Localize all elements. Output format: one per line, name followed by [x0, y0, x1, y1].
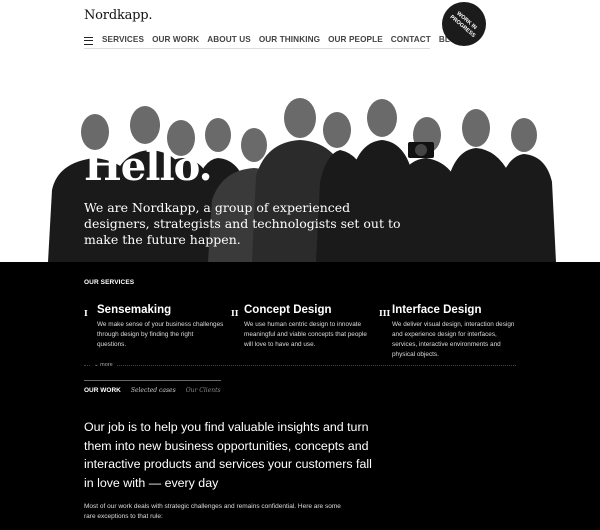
more-link[interactable]: ⌄ more	[90, 362, 117, 368]
badge-label: WORK IN PROGRESS	[448, 10, 478, 40]
service-number: I	[84, 308, 88, 318]
tab-our-clients[interactable]: Our Clients	[186, 387, 221, 394]
nav-divider	[84, 48, 430, 49]
nav-contact[interactable]: CONTACT	[391, 35, 431, 44]
main-nav: SERVICES OUR WORK ABOUT US OUR THINKING …	[102, 35, 463, 44]
hamburger-icon[interactable]	[84, 37, 93, 45]
nav-our-thinking[interactable]: OUR THINKING	[259, 35, 320, 44]
service-title[interactable]: Concept Design	[244, 303, 371, 317]
work-note: Most of our work deals with strategic ch…	[84, 503, 341, 520]
service-description: We deliver visual design, interaction de…	[392, 321, 515, 358]
service-number: III	[379, 308, 391, 318]
service-title[interactable]: Sensemaking	[97, 303, 224, 317]
services-and-work: OUR SERVICES I Sensemaking We make sense…	[0, 262, 600, 530]
service-description: We use human centric design to innovate …	[244, 321, 367, 348]
nav-services[interactable]: SERVICES	[102, 35, 144, 44]
work-heading: OUR WORK	[84, 387, 121, 394]
service-concept-design[interactable]: II Concept Design We use human centric d…	[231, 303, 371, 350]
work-divider	[84, 380, 221, 381]
nav-our-work[interactable]: OUR WORK	[152, 35, 199, 44]
more-label: more	[100, 362, 113, 368]
chevron-down-icon: ⌄	[94, 362, 99, 368]
service-interface-design[interactable]: III Interface Design We deliver visual d…	[379, 303, 519, 360]
hero: Hello. We are Nordkapp, a group of exper…	[0, 90, 600, 262]
work-in-progress-badge[interactable]: WORK IN PROGRESS	[442, 2, 486, 46]
nav-our-people[interactable]: OUR PEOPLE	[328, 35, 383, 44]
more-divider	[84, 365, 516, 366]
work-tabs: OUR WORK Selected cases Our Clients	[84, 387, 221, 394]
tab-selected-cases[interactable]: Selected cases	[131, 387, 176, 394]
service-description: We make sense of your business challenge…	[97, 321, 224, 348]
service-number: II	[231, 308, 239, 318]
hero-headline: Hello.	[84, 143, 213, 190]
nav-about-us[interactable]: ABOUT US	[207, 35, 251, 44]
logo[interactable]: Nordkapp.	[84, 8, 153, 23]
hero-intro: We are Nordkapp, a group of experienced …	[84, 200, 401, 247]
service-sensemaking[interactable]: I Sensemaking We make sense of your busi…	[84, 303, 224, 350]
service-title[interactable]: Interface Design	[392, 303, 519, 317]
work-statement: Our job is to help you find valuable ins…	[84, 420, 372, 490]
services-heading: OUR SERVICES	[84, 279, 135, 286]
